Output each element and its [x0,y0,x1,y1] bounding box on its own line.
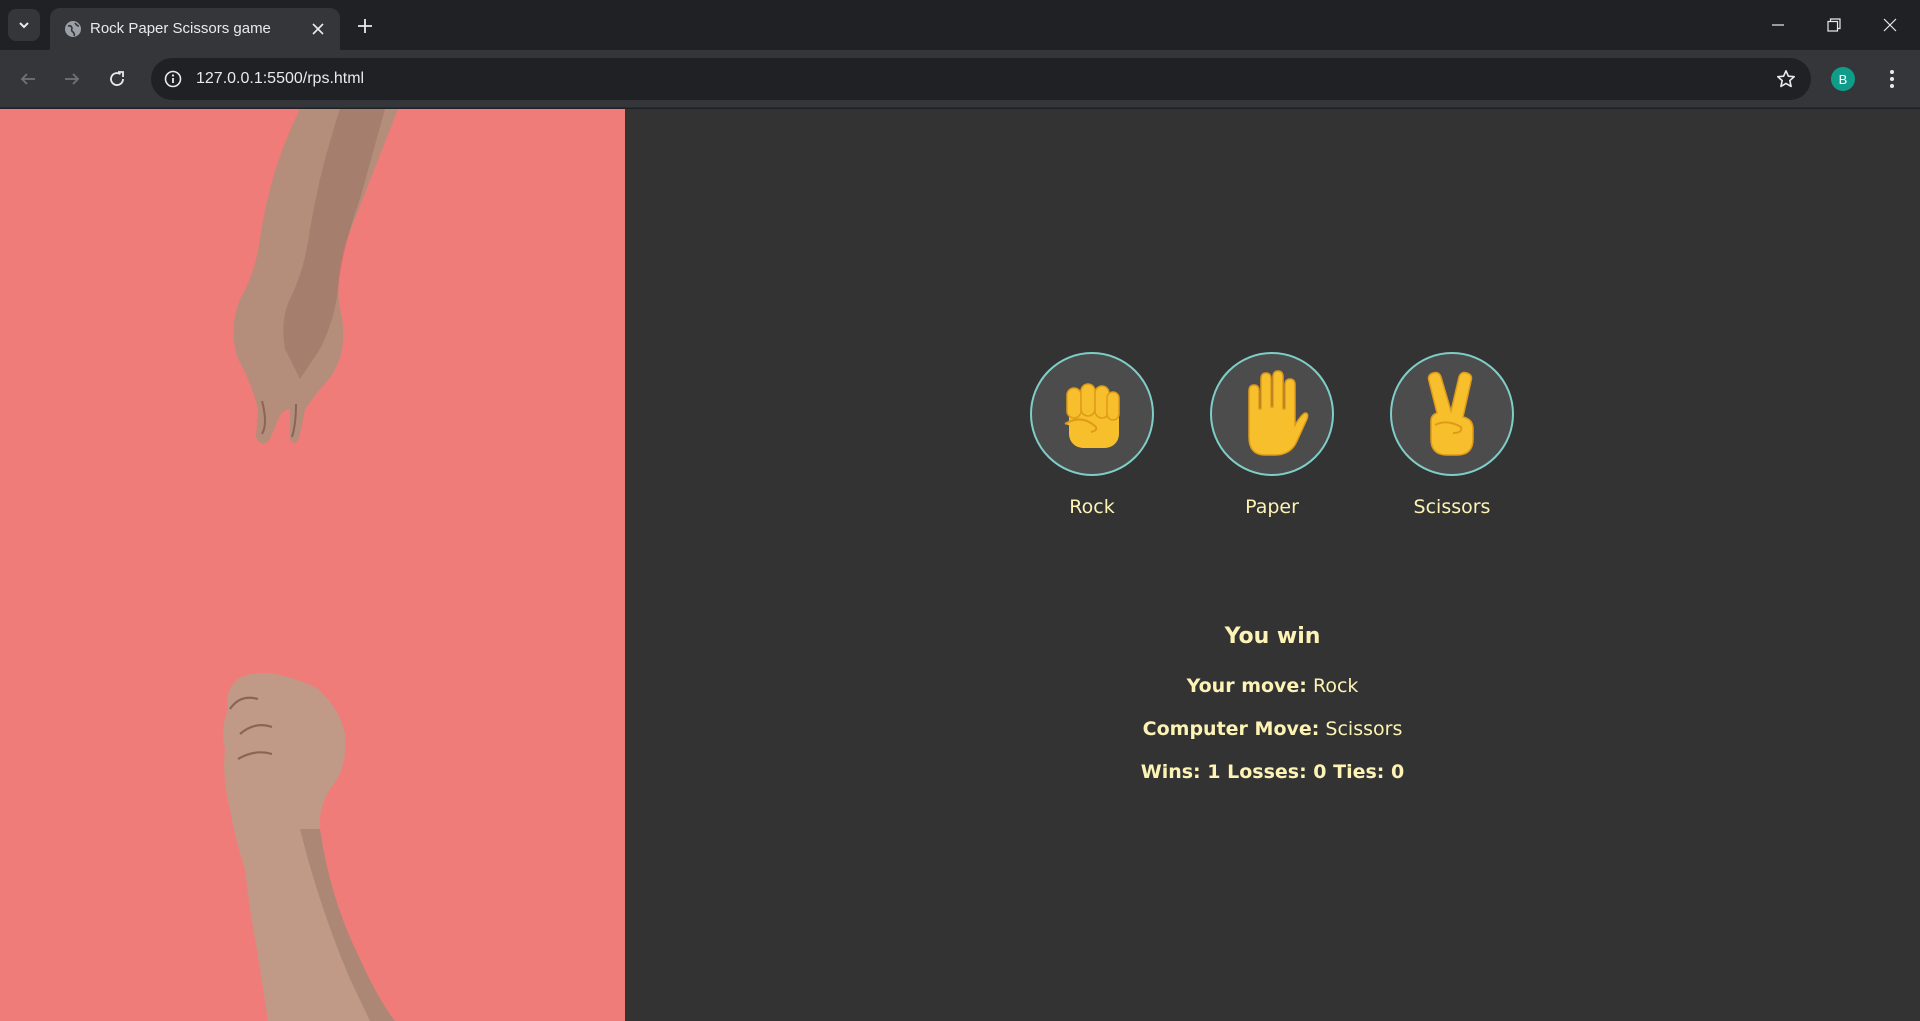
move-scissors: Scissors [1390,352,1514,518]
info-icon [164,70,182,88]
chevron-down-icon [19,22,29,29]
profile-avatar[interactable]: B [1831,67,1855,91]
score-text: Wins: 1 Losses: 0 Ties: 0 [1140,761,1405,783]
your-move-label: Your move: [1186,675,1307,697]
rock-button[interactable] [1030,352,1154,476]
star-icon [1777,70,1795,88]
more-vertical-icon [1890,70,1894,88]
minimize-icon [1772,24,1784,26]
hands-image-panel [0,109,625,1021]
arrow-right-icon [65,73,80,85]
paper-label: Paper [1245,496,1299,518]
your-move-value: Rock [1312,675,1359,697]
reload-button[interactable] [101,63,133,95]
url-text[interactable]: 127.0.0.1:5500/rps.html [196,70,364,88]
result-text: You win [1224,624,1321,649]
raised-hand-icon [1248,370,1309,456]
move-rock: Rock [1030,352,1154,518]
arrow-left-icon [20,73,35,85]
tab-strip: Rock Paper Scissors game [0,0,1920,50]
scissors-button[interactable] [1390,352,1514,476]
tab-search-button[interactable] [8,9,40,41]
close-icon [1883,18,1897,32]
browser-menu-button[interactable] [1878,63,1906,95]
restore-icon [1827,18,1841,32]
restore-button[interactable] [1806,0,1862,50]
browser-toolbar: 127.0.0.1:5500/rps.html B [0,50,1920,108]
computer-move-line: Computer Move: Scissors [625,718,1920,740]
hands-illustration [223,109,398,1021]
rock-label: Rock [1069,496,1115,518]
back-button[interactable] [12,63,44,95]
plus-icon [358,19,372,33]
minimize-button[interactable] [1750,0,1806,50]
raised-fist-icon [1064,383,1120,448]
bookmark-button[interactable] [1773,66,1799,92]
your-move-line: Your move: Rock [625,675,1920,697]
paper-button[interactable] [1210,352,1334,476]
computer-move-label: Computer Move: [1142,718,1320,740]
close-window-button[interactable] [1862,0,1918,50]
computer-move-value: Scissors [1325,718,1403,740]
browser-tab[interactable]: Rock Paper Scissors game [50,8,340,50]
site-info-button[interactable] [159,65,187,93]
close-icon [312,23,324,35]
tab-close-button[interactable] [308,19,328,39]
forward-button[interactable] [56,63,88,95]
address-bar[interactable]: 127.0.0.1:5500/rps.html [151,58,1811,100]
globe-icon [65,21,81,37]
victory-hand-icon [1427,371,1474,456]
tab-title: Rock Paper Scissors game [90,20,271,37]
reload-icon [110,71,124,86]
scissors-label: Scissors [1413,496,1491,518]
page-viewport: Rock Paper Scissors You win Your move: R… [0,109,1920,1021]
move-paper: Paper [1210,352,1334,518]
new-tab-button[interactable] [352,13,378,39]
game-panel: Rock Paper Scissors You win Your move: R… [625,109,1920,1021]
